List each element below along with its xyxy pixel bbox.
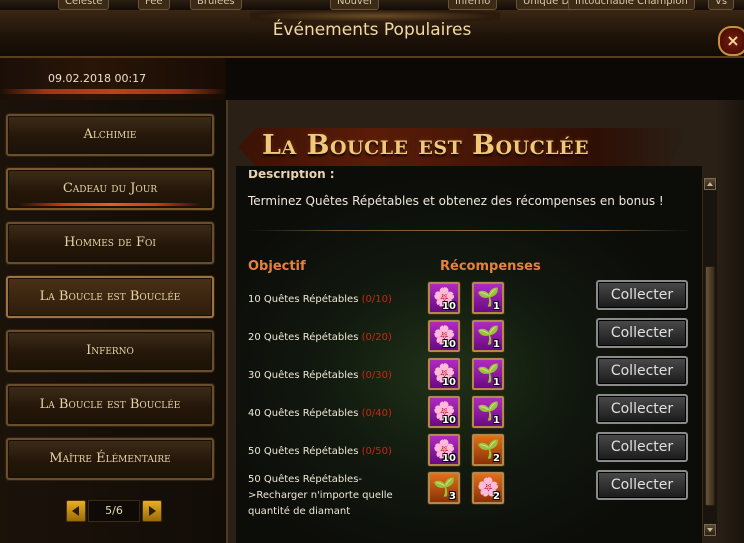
- reward-item[interactable]: 🌱 1: [472, 358, 504, 390]
- sidebar-item-la-boucle-est-bouclee-2[interactable]: La Boucle est Bouclée: [6, 384, 214, 426]
- sidebar-item-label: Cadeau du Jour: [62, 181, 158, 196]
- reward-qty: 3: [449, 491, 456, 502]
- pager: 5/6: [66, 500, 162, 522]
- reward-qty: 1: [493, 339, 500, 350]
- collect-button[interactable]: Collecter: [596, 470, 688, 500]
- quest-row: 30 Quêtes Répétables (0/30) 🌸 10 🌱 1 Colle…: [248, 356, 698, 396]
- reward-qty: 2: [493, 453, 500, 464]
- arrow-down-icon: [707, 528, 713, 532]
- page-indicator: 5/6: [88, 500, 140, 522]
- progress-text: (0/50): [361, 446, 392, 457]
- arrow-right-icon: [149, 506, 156, 516]
- reward-qty: 10: [442, 301, 456, 312]
- quest-row: 40 Quêtes Répétables (0/40) 🌸 10 🌱 1 Colle…: [248, 394, 698, 434]
- next-page-button[interactable]: [142, 500, 162, 522]
- sidebar-item-label: La Boucle est Bouclée: [39, 397, 181, 412]
- description-label: Description :: [248, 170, 335, 180]
- top-tab[interactable]: Céleste: [58, 0, 110, 10]
- reward-item[interactable]: 🌱 1: [472, 320, 504, 352]
- progress-text: (0/10): [361, 294, 392, 305]
- rewards-header: Récompenses: [440, 259, 541, 274]
- quest-row: 20 Quêtes Répétables (0/20) 🌸 10 🌱 1 Colle…: [248, 318, 698, 358]
- sidebar-item-label: Inferno: [86, 343, 134, 358]
- event-banner: La Boucle est Bouclée: [228, 118, 698, 176]
- reward-qty: 10: [442, 377, 456, 388]
- progress-text: (0/40): [361, 408, 392, 419]
- reward-qty: 1: [493, 301, 500, 312]
- collect-button[interactable]: Collecter: [596, 356, 688, 386]
- quest-row: 50 Quêtes Répétables (0/50) 🌸 10 🌱 2 Colle…: [248, 432, 698, 472]
- top-tab[interactable]: Intouchable Champion: [568, 0, 695, 10]
- reward-item[interactable]: 🌸 10: [428, 358, 460, 390]
- server-date: 09.02.2018 00:17: [48, 72, 147, 85]
- reward-qty: 10: [442, 339, 456, 350]
- top-tab[interactable]: Inferno: [448, 0, 498, 10]
- reward-item[interactable]: 🌸 10: [428, 282, 460, 314]
- event-title: La Boucle est Bouclée: [262, 130, 590, 161]
- quest-row: 50 Quêtes Répétables->Recharger n'import…: [248, 470, 698, 517]
- sidebar-item-la-boucle-est-bouclee[interactable]: La Boucle est Bouclée: [6, 276, 214, 318]
- reward-item[interactable]: 🌱 3: [428, 472, 460, 504]
- top-tab[interactable]: Brûlées: [190, 0, 242, 10]
- progress-text: (0/30): [361, 370, 392, 381]
- reward-item[interactable]: 🌸 10: [428, 320, 460, 352]
- top-tab[interactable]: Nouvel: [330, 0, 379, 10]
- collect-button[interactable]: Collecter: [596, 280, 688, 310]
- collect-button[interactable]: Collecter: [596, 318, 688, 348]
- sidebar-item-alchimie[interactable]: Alchimie: [6, 114, 214, 156]
- window-title: Événements Populaires: [272, 20, 472, 40]
- prev-page-button[interactable]: [66, 500, 86, 522]
- reward-qty: 10: [442, 415, 456, 426]
- objective-text: 20 Quêtes Répétables (0/20): [248, 332, 392, 343]
- objective-text: 10 Quêtes Répétables (0/10): [248, 294, 392, 305]
- objective-header: Objectif: [248, 259, 306, 274]
- sidebar-item-label: La Boucle est Bouclée: [39, 289, 181, 304]
- progress-text: (0/20): [361, 332, 392, 343]
- quest-row: 10 Quêtes Répétables (0/10) 🌸 10 🌱 1 Colle…: [248, 280, 698, 320]
- description-text: Terminez Quêtes Répétables et obtenez de…: [248, 194, 664, 208]
- top-tab-strip: Céleste Fée Brûlées Nouvel Inferno Uniqu…: [0, 0, 744, 10]
- reward-item[interactable]: 🌱 1: [472, 396, 504, 428]
- objective-text: 50 Quêtes Répétables (0/50): [248, 446, 392, 457]
- objective-text: 30 Quêtes Répétables (0/30): [248, 370, 392, 381]
- arrow-up-icon: [707, 182, 713, 186]
- top-tab[interactable]: Fée: [138, 0, 170, 10]
- ember-glow: [0, 89, 226, 94]
- reward-item[interactable]: 🌸 2: [472, 472, 504, 504]
- reward-item[interactable]: 🌸 10: [428, 434, 460, 466]
- divider: [248, 230, 692, 231]
- sidebar-item-inferno[interactable]: Inferno: [6, 330, 214, 372]
- reward-item[interactable]: 🌱 2: [472, 434, 504, 466]
- objective-text: 40 Quêtes Répétables (0/40): [248, 408, 392, 419]
- close-icon[interactable]: ×: [718, 26, 744, 56]
- sidebar-item-label: Hommes de Foi: [64, 235, 156, 250]
- reward-qty: 2: [493, 491, 500, 502]
- reward-qty: 10: [442, 453, 456, 464]
- arrow-left-icon: [72, 506, 79, 516]
- ember-glow: [18, 203, 202, 206]
- sidebar-item-maitre-elementaire[interactable]: Maître Élémentaire: [6, 438, 214, 480]
- scroll-down-button[interactable]: [704, 524, 716, 536]
- collect-button[interactable]: Collecter: [596, 432, 688, 462]
- window-titlebar: Événements Populaires ×: [0, 10, 744, 58]
- collect-button[interactable]: Collecter: [596, 394, 688, 424]
- frame-edge: [716, 100, 744, 543]
- sidebar-item-hommes-de-foi[interactable]: Hommes de Foi: [6, 222, 214, 264]
- scroll-up-button[interactable]: [704, 178, 716, 190]
- sidebar-item-label: Maître Élémentaire: [49, 451, 171, 466]
- scrollbar[interactable]: [702, 178, 717, 536]
- sidebar-item-label: Alchimie: [83, 127, 137, 142]
- top-tab[interactable]: Vs: [708, 0, 735, 10]
- objective-text: 50 Quêtes Répétables->Recharger n'import…: [248, 474, 393, 517]
- sidebar-item-cadeau-du-jour[interactable]: Cadeau du Jour: [6, 168, 214, 210]
- reward-item[interactable]: 🌱 1: [472, 282, 504, 314]
- reward-qty: 1: [493, 415, 500, 426]
- date-bar: 09.02.2018 00:17: [0, 58, 226, 100]
- reward-qty: 1: [493, 377, 500, 388]
- reward-item[interactable]: 🌸 10: [428, 396, 460, 428]
- scroll-thumb[interactable]: [705, 266, 715, 506]
